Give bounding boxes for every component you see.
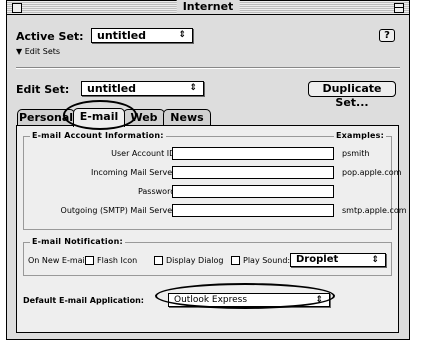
active-set-popup[interactable]: untitled ⇕ bbox=[91, 28, 193, 43]
flash-icon-checkbox[interactable] bbox=[85, 256, 94, 265]
outgoing-server-field[interactable] bbox=[172, 204, 334, 217]
sound-popup[interactable]: Droplet ⇕ bbox=[290, 253, 386, 267]
tab-news[interactable]: News bbox=[163, 109, 211, 126]
help-button[interactable]: ? bbox=[379, 29, 395, 42]
tab-web[interactable]: Web bbox=[123, 109, 165, 126]
incoming-server-field[interactable] bbox=[172, 166, 334, 179]
password-field[interactable] bbox=[172, 185, 334, 198]
title-bar[interactable]: Internet bbox=[7, 0, 409, 15]
default-email-app-value: Outlook Express bbox=[174, 295, 248, 305]
tab-personal[interactable]: Personal bbox=[17, 109, 75, 126]
duplicate-set-button[interactable]: Duplicate Set... bbox=[308, 81, 396, 109]
edit-sets-disclosure[interactable]: ▼ Edit Sets bbox=[16, 47, 60, 56]
close-box-icon[interactable] bbox=[12, 3, 22, 13]
tab-panel: E-mail Account Information: Examples: Us… bbox=[16, 125, 407, 333]
user-account-id-label: User Account ID: bbox=[111, 149, 178, 158]
incoming-server-label: Incoming Mail Server: bbox=[90, 168, 178, 177]
active-set-label: Active Set: bbox=[16, 30, 84, 43]
default-email-app-label: Default E-mail Application: bbox=[23, 296, 145, 305]
collapse-box-icon[interactable] bbox=[394, 3, 404, 13]
sound-value: Droplet bbox=[296, 254, 339, 265]
flash-icon-label: Flash Icon bbox=[97, 256, 138, 265]
display-dialog-checkbox[interactable] bbox=[154, 256, 163, 265]
edit-set-label: Edit Set: bbox=[16, 83, 70, 96]
outgoing-server-example: smtp.apple.com bbox=[342, 206, 407, 215]
play-sound-checkbox[interactable] bbox=[231, 256, 240, 265]
notification-group: E-mail Notification: On New E-mail: Flas… bbox=[23, 237, 392, 276]
account-info-title: E-mail Account Information: bbox=[30, 131, 166, 140]
play-sound-label: Play Sound: bbox=[243, 256, 291, 265]
edit-sets-label: Edit Sets bbox=[24, 47, 61, 56]
up-down-arrows-icon: ⇕ bbox=[371, 255, 379, 265]
edit-set-value: untitled bbox=[87, 82, 137, 95]
default-email-app-popup[interactable]: Outlook Express ⇕ bbox=[168, 293, 330, 307]
user-account-id-field[interactable] bbox=[172, 147, 334, 160]
display-dialog-label: Display Dialog bbox=[166, 256, 224, 265]
incoming-server-example: pop.apple.com bbox=[342, 168, 402, 177]
active-set-value: untitled bbox=[97, 29, 147, 42]
up-down-arrows-icon: ⇕ bbox=[315, 295, 323, 305]
edit-set-popup[interactable]: untitled ⇕ bbox=[81, 81, 204, 96]
up-down-arrows-icon: ⇕ bbox=[178, 30, 186, 40]
triangle-down-icon: ▼ bbox=[16, 47, 23, 56]
up-down-arrows-icon: ⇕ bbox=[189, 83, 197, 93]
user-account-id-example: psmith bbox=[342, 149, 370, 158]
examples-label: Examples: bbox=[334, 131, 387, 140]
notification-title: E-mail Notification: bbox=[30, 237, 125, 246]
window-title: Internet bbox=[176, 0, 240, 14]
on-new-email-label: On New E-mail: bbox=[28, 256, 90, 265]
internet-window: Internet Active Set: untitled ⇕ ? ▼ Edit… bbox=[6, 0, 410, 340]
separator bbox=[16, 67, 400, 69]
account-info-group: E-mail Account Information: Examples: Us… bbox=[23, 131, 407, 230]
tab-email[interactable]: E-mail bbox=[73, 108, 125, 127]
outgoing-server-label: Outgoing (SMTP) Mail Server: bbox=[60, 206, 178, 215]
